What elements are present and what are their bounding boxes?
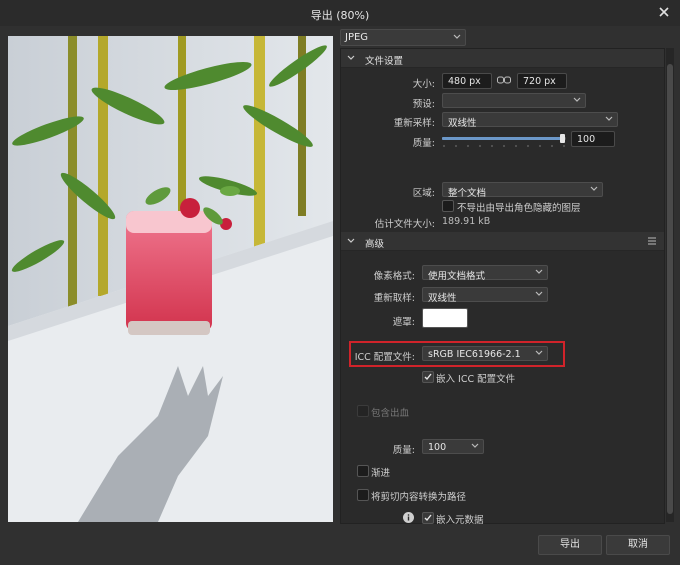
quality-label: 质量:	[412, 138, 435, 149]
resample-label: 重新采样:	[393, 118, 435, 129]
adv-resample-label: 重新取样:	[373, 293, 415, 304]
area-label: 区域:	[412, 188, 435, 199]
embed-metadata-label: 嵌入元数据	[436, 515, 484, 526]
advanced-header[interactable]: 高级	[341, 232, 664, 251]
embed-icc-label: 嵌入 ICC 配置文件	[436, 374, 516, 385]
adv-quality-dropdown[interactable]: 100	[422, 439, 484, 454]
progressive-label: 渐进	[371, 468, 391, 479]
close-icon[interactable]	[656, 4, 672, 20]
icc-label: ICC 配置文件:	[354, 352, 415, 363]
chevron-down-icon	[605, 116, 613, 121]
link-icon[interactable]	[497, 76, 511, 84]
file-settings-title: 文件设置	[365, 56, 404, 67]
collapse-arrow-icon	[347, 238, 355, 243]
matte-label: 遮罩:	[392, 317, 415, 328]
cancel-button[interactable]: 取消	[606, 535, 670, 555]
chevron-down-icon	[535, 269, 543, 274]
pixel-format-dropdown[interactable]: 使用文档格式	[422, 265, 548, 282]
advanced-title: 高级	[365, 239, 385, 250]
size-label: 大小:	[412, 79, 435, 90]
estimate-value: 189.91 kB	[442, 216, 491, 227]
pixel-format-label: 像素格式:	[373, 271, 415, 282]
quality-slider[interactable]	[442, 133, 566, 147]
quality-input[interactable]: 100	[571, 131, 615, 147]
chevron-down-icon	[573, 97, 581, 102]
convert-clip-checkbox[interactable]	[357, 489, 369, 501]
chevron-down-icon	[590, 186, 598, 191]
preset-label: 预设:	[412, 99, 435, 110]
adv-quality-label: 质量:	[392, 445, 415, 456]
progressive-checkbox[interactable]	[357, 465, 369, 477]
chevron-down-icon	[535, 350, 543, 355]
no-hidden-layers-label: 不导出由导出角色隐藏的图层	[457, 203, 581, 214]
settings-panel: 文件设置 大小: 480 px 720 px 预设: 重新采样: 双线性 质量:	[340, 48, 665, 526]
resample-dropdown[interactable]: 双线性	[442, 112, 618, 129]
adv-resample-dropdown[interactable]: 双线性	[422, 287, 548, 304]
include-bleed-label: 包含出血	[371, 408, 410, 419]
chevron-down-icon	[535, 291, 543, 296]
width-input[interactable]: 480 px	[442, 73, 492, 89]
export-dialog: 导出 (80%) JPEG 文件设置 大小: 480 px 720 px 预设:…	[0, 0, 680, 565]
info-icon[interactable]	[403, 512, 414, 523]
menu-icon[interactable]	[648, 237, 656, 245]
embed-icc-checkbox[interactable]	[422, 371, 434, 383]
matte-color-swatch[interactable]	[422, 308, 468, 328]
preset-dropdown[interactable]	[442, 93, 586, 108]
format-value: JPEG	[345, 32, 369, 43]
embed-metadata-checkbox[interactable]	[422, 512, 434, 524]
no-hidden-layers-checkbox[interactable]	[442, 200, 454, 212]
file-settings-header[interactable]: 文件设置	[341, 49, 664, 68]
convert-clip-label: 将剪切内容转换为路径	[371, 492, 467, 503]
format-dropdown[interactable]: JPEG	[340, 29, 466, 46]
title-bar: 导出 (80%)	[0, 0, 680, 26]
scrollbar-thumb[interactable]	[667, 64, 673, 514]
export-button[interactable]: 导出	[538, 535, 602, 555]
check-icon	[424, 514, 432, 522]
estimate-label: 估计文件大小:	[374, 219, 435, 230]
chevron-down-icon	[471, 443, 479, 448]
check-icon	[424, 373, 432, 381]
area-dropdown[interactable]: 整个文档	[442, 182, 603, 199]
include-bleed-checkbox[interactable]	[357, 405, 369, 417]
chevron-down-icon	[453, 34, 461, 39]
icc-profile-dropdown[interactable]: sRGB IEC61966-2.1	[422, 346, 548, 361]
height-input[interactable]: 720 px	[517, 73, 567, 89]
export-preview-image	[8, 36, 333, 522]
panel-scrollbar[interactable]	[666, 48, 674, 522]
window-title: 导出 (80%)	[310, 9, 370, 22]
collapse-arrow-icon	[347, 55, 355, 60]
